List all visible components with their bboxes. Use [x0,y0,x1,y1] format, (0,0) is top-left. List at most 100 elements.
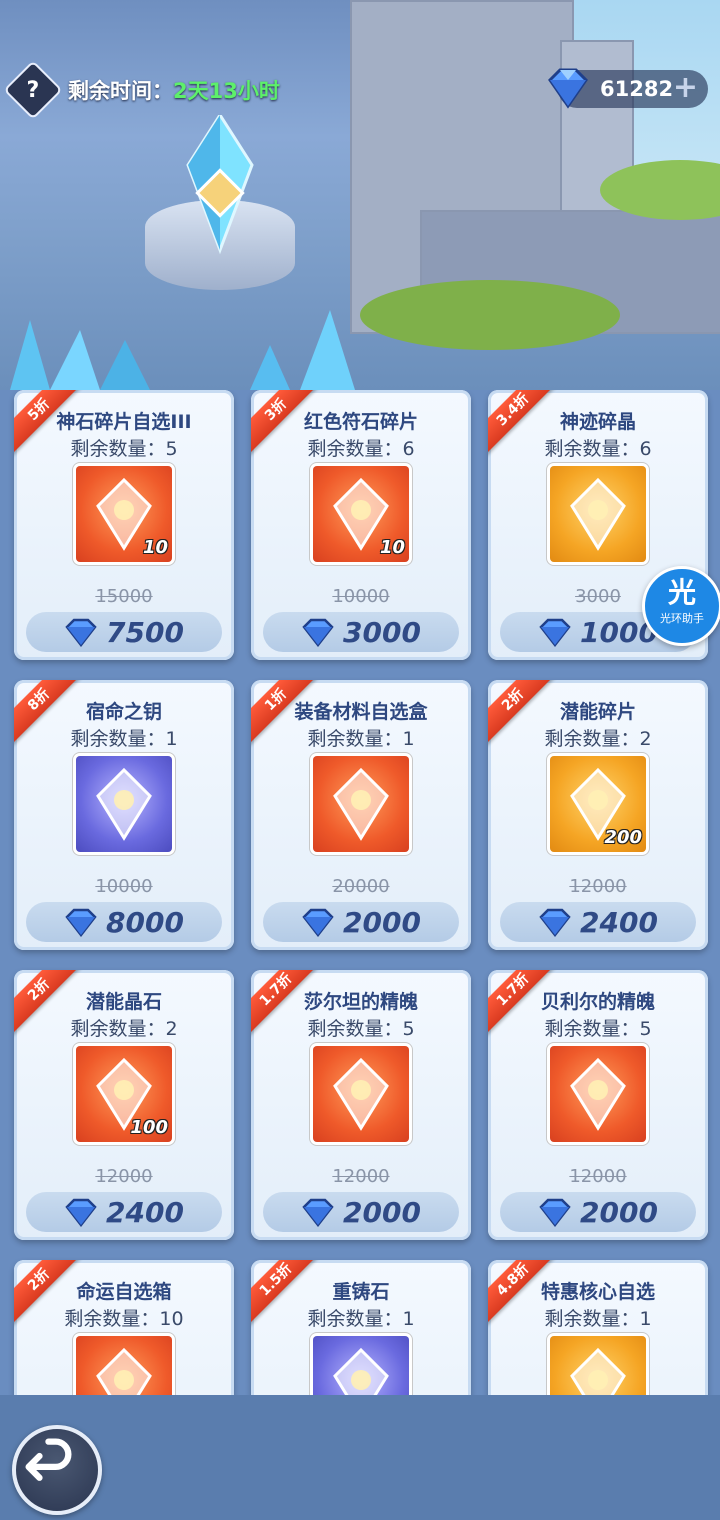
buy-button[interactable]: 2000 [500,1192,696,1232]
item-stock: 剩余数量：6 [488,434,708,461]
shop-item-card[interactable]: 1.7折 莎尔坦的精魄 剩余数量：5 12000 2000 [251,970,471,1240]
item-name: 神石碎片自选III [56,411,192,433]
original-price-value: 10000 [332,586,390,607]
shop-item-card[interactable]: 3折 红色符石碎片 剩余数量：6 10 10000 3000 [251,390,471,660]
item-stock: 剩余数量：1 [251,1304,471,1331]
shop-grid: 5折 神石碎片自选III 剩余数量：5 10 15000 7500 3折 红色符… [0,390,720,1395]
original-price-value: 12000 [332,1166,390,1187]
core-card-icon[interactable] [550,1336,646,1395]
time-label: 剩余时间： [68,79,173,103]
red-orb-icon[interactable] [550,1046,646,1142]
stock-count: 1 [402,1308,415,1330]
crystal-cluster-icon [10,310,355,390]
buy-button[interactable]: 2000 [263,902,459,942]
stock-count: 1 [639,1308,652,1330]
diamond-icon [539,1198,571,1227]
timer-bar: ? 剩余时间： 2天13小时 [3,60,280,120]
item-stock: 剩余数量：5 [14,434,234,461]
diamond-icon [548,68,588,109]
crystal-icon[interactable] [550,466,646,562]
treasure-chest-icon[interactable]: 10 [76,466,172,562]
shard-icon[interactable]: 200 [550,756,646,852]
item-quantity: 100 [130,1117,168,1138]
buy-button[interactable]: 2000 [263,1192,459,1232]
dark-orb-icon[interactable] [313,1046,409,1142]
item-name: 潜能晶石 [85,991,162,1013]
diamond-icon [302,908,334,937]
item-stock: 剩余数量：2 [488,724,708,751]
red-rune-icon[interactable]: 10 [313,466,409,562]
shop-item-card[interactable]: 2折 潜能碎片 剩余数量：2 200 12000 2400 [488,680,708,950]
item-quantity: 200 [604,827,642,848]
shop-item-card[interactable]: 2折 潜能晶石 剩余数量：2 100 12000 2400 [14,970,234,1240]
key-icon[interactable] [76,756,172,852]
buy-button[interactable]: 2400 [500,902,696,942]
stock-label: 剩余数量： [544,1018,640,1040]
buy-button[interactable]: 7500 [26,612,222,652]
back-button[interactable] [12,1425,102,1515]
stock-label: 剩余数量： [544,1308,640,1330]
fate-chest-icon[interactable] [76,1336,172,1395]
shop-item-card[interactable]: 4.8折 特惠核心自选 剩余数量：1 [488,1260,708,1395]
shop-item-card[interactable]: 2折 命运自选箱 剩余数量：10 [14,1260,234,1395]
star-crystal-icon[interactable]: 100 [76,1046,172,1142]
stock-label: 剩余数量： [64,1308,160,1330]
recast-stone-icon[interactable] [313,1336,409,1395]
shop-item-card[interactable]: 5折 神石碎片自选III 剩余数量：5 10 15000 7500 [14,390,234,660]
buy-button[interactable]: 8000 [26,902,222,942]
shop-item-card[interactable]: 1.7折 贝利尔的精魄 剩余数量：5 12000 2000 [488,970,708,1240]
item-stock: 剩余数量：1 [488,1304,708,1331]
stock-label: 剩余数量： [70,1018,166,1040]
diamond-icon [65,908,97,937]
item-stock: 剩余数量：10 [14,1304,234,1331]
buy-button[interactable]: 2400 [26,1192,222,1232]
original-price-value: 10000 [95,876,153,897]
stock-count: 1 [165,728,178,750]
stock-label: 剩余数量： [544,728,640,750]
sale-price: 8000 [106,905,184,939]
altar-crystal-icon [186,115,254,255]
stock-label: 剩余数量： [70,438,166,460]
stock-count: 5 [402,1018,415,1040]
sale-price: 7500 [106,615,184,649]
original-price-value: 12000 [569,876,627,897]
original-price: 12000 [14,1166,234,1187]
assistant-logo: 光 [667,576,696,609]
diamond-icon [539,908,571,937]
item-name: 贝利尔的精魄 [540,991,655,1013]
add-currency-button[interactable]: + [673,73,698,103]
item-name: 特惠核心自选 [540,1281,655,1303]
original-price: 15000 [14,586,234,607]
item-name: 重铸石 [332,1281,390,1303]
original-price-value: 12000 [95,1166,153,1187]
original-price: 10000 [14,876,234,897]
sale-price: 2000 [343,905,421,939]
original-price: 12000 [488,1166,708,1187]
time-remaining: 2天13小时 [173,79,280,103]
shop-item-card[interactable]: 8折 宿命之钥 剩余数量：1 10000 8000 [14,680,234,950]
diamond-icon [65,618,97,647]
stock-count: 5 [639,1018,652,1040]
original-price-value: 12000 [569,1166,627,1187]
stock-count: 2 [639,728,652,750]
item-quantity: 10 [142,537,168,558]
sale-price: 2400 [106,1195,184,1229]
shop-item-card[interactable]: 1.5折 重铸石 剩余数量：1 [251,1260,471,1395]
item-stock: 剩余数量：6 [251,434,471,461]
armor-box-icon[interactable] [313,756,409,852]
hero-banner [0,0,720,390]
original-price: 20000 [251,876,471,897]
diamond-icon [302,1198,334,1227]
currency-amount: 61282 [600,77,674,101]
buy-button[interactable]: 3000 [263,612,459,652]
shop-item-card[interactable]: 1折 装备材料自选盒 剩余数量：1 20000 2000 [251,680,471,950]
item-art [570,1347,626,1395]
stock-label: 剩余数量： [544,438,640,460]
stock-count: 10 [159,1308,184,1330]
item-stock: 剩余数量：5 [251,1014,471,1041]
item-name: 装备材料自选盒 [294,701,428,723]
back-arrow-icon [25,1438,72,1481]
item-name: 宿命之钥 [85,701,162,723]
diamond-icon [302,618,334,647]
assistant-float-button[interactable]: 光 光环助手 [642,566,720,646]
